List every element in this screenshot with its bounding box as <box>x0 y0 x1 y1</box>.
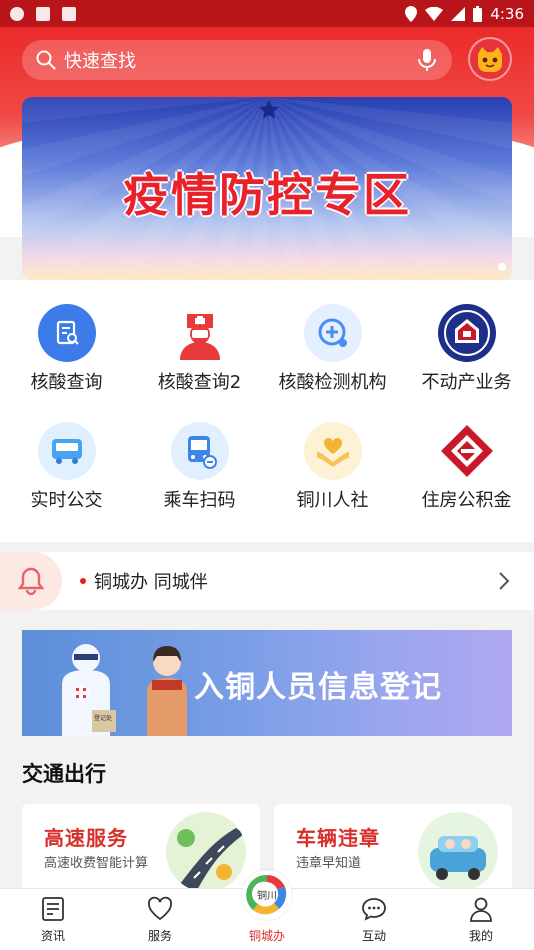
news-icon <box>42 897 64 921</box>
report-search-icon <box>37 304 96 362</box>
epidemic-banner[interactable]: 疫情防控专区 <box>22 97 512 280</box>
notice-bar[interactable]: 铜城办 同城伴 <box>0 552 534 610</box>
message-notification-icon <box>36 6 50 21</box>
service-label: 乘车扫码 <box>163 490 236 511</box>
highway-service-card[interactable]: 高速服务 高速收费智能计算 <box>22 804 260 894</box>
star-icon <box>259 99 279 119</box>
bus-icon <box>37 422 96 480</box>
status-bar: 4:36 <box>0 0 534 27</box>
svg-text:登记处: 登记处 <box>94 714 112 722</box>
service-real-estate[interactable]: 不动产业务 <box>400 304 533 394</box>
vehicle-violation-card[interactable]: 车辆违章 违章早知道 <box>274 804 512 894</box>
bell-container <box>0 552 62 610</box>
service-label: 核酸查询 <box>30 372 103 393</box>
tab-label: 互动 <box>361 929 386 943</box>
service-bus-scan[interactable]: 乘车扫码 <box>133 422 266 512</box>
card-subtitle: 违章早知道 <box>296 856 362 871</box>
chat-icon <box>362 898 386 921</box>
card-subtitle: 高速收费智能计算 <box>44 856 149 871</box>
doctor-illustration-icon: 登记处 <box>62 644 116 736</box>
service-realtime-bus[interactable]: 实时公交 <box>0 422 133 512</box>
status-notifications <box>10 6 76 21</box>
wifi-icon <box>425 6 444 21</box>
car-illustration-icon <box>418 812 498 892</box>
search-bar[interactable]: 快速查找 <box>22 40 452 80</box>
service-label: 铜川人社 <box>296 490 369 511</box>
location-icon <box>405 5 418 22</box>
status-time: 4:36 <box>490 4 524 23</box>
search-icon <box>36 50 56 70</box>
bus-scan-icon <box>170 422 229 480</box>
card-title: 高速服务 <box>44 826 128 850</box>
section-title-traffic: 交通出行 <box>22 762 106 786</box>
notice-text: 铜城办 同城伴 <box>94 572 208 593</box>
tab-mine[interactable]: 我的 <box>431 889 531 950</box>
service-label: 核酸查询2 <box>157 372 242 393</box>
battery-icon <box>473 5 483 22</box>
mascot-face-icon <box>478 47 502 72</box>
tab-label: 我的 <box>468 929 493 943</box>
service-label: 核酸检测机构 <box>278 372 387 393</box>
services-grid: 核酸查询 核酸查询2 核酸检测机构 不动产业务 实时公交 乘车扫码 铜川人社 住… <box>0 280 534 542</box>
app-notification-icon <box>10 6 24 21</box>
chevron-right-icon[interactable] <box>498 571 510 591</box>
notice-dot <box>80 578 86 584</box>
tab-interaction[interactable]: 互动 <box>324 889 424 950</box>
tab-label: 资讯 <box>40 929 65 943</box>
signal-icon <box>451 6 466 21</box>
service-nucleic-query[interactable]: 核酸查询 <box>0 304 133 394</box>
search-placeholder: 快速查找 <box>64 51 136 72</box>
service-nucleic-query-2[interactable]: 核酸查询2 <box>133 304 266 394</box>
service-label: 实时公交 <box>30 490 103 511</box>
service-nucleic-institutions[interactable]: 核酸检测机构 <box>266 304 399 394</box>
service-label: 住房公积金 <box>421 490 512 511</box>
woman-illustration-icon <box>147 646 187 736</box>
registration-title: 入铜人员信息登记 <box>194 670 442 705</box>
tab-service[interactable]: 服务 <box>110 889 210 950</box>
service-label: 不动产业务 <box>421 372 512 393</box>
real-estate-seal-icon <box>437 304 496 362</box>
heart-icon <box>148 896 172 921</box>
bell-icon <box>17 567 45 596</box>
microphone-icon[interactable] <box>416 48 438 72</box>
tab-label: 服务 <box>147 929 172 943</box>
carousel-indicator <box>498 263 506 271</box>
heart-hands-icon <box>303 422 362 480</box>
banner-title: 疫情防控专区 <box>123 168 411 222</box>
housing-fund-logo-icon <box>437 422 496 480</box>
card-title: 车辆违章 <box>296 826 380 850</box>
nurse-icon <box>170 304 229 362</box>
service-tongchuan-social[interactable]: 铜川人社 <box>266 422 399 512</box>
registration-banner[interactable]: 登记处 入铜人员信息登记 <box>22 630 512 736</box>
service-housing-fund[interactable]: 住房公积金 <box>400 422 533 512</box>
mascot-avatar[interactable] <box>468 37 512 81</box>
font-notification-icon <box>62 6 76 21</box>
person-icon <box>470 897 492 922</box>
tab-news[interactable]: 资讯 <box>3 889 103 950</box>
plus-search-icon <box>303 304 362 362</box>
highway-illustration-icon <box>166 812 246 892</box>
status-system: 4:36 <box>405 5 524 23</box>
tongcheng-logo-icon[interactable]: 铜川 <box>242 870 292 920</box>
tab-label: 铜城办 <box>248 929 285 943</box>
svg-text:铜川: 铜川 <box>257 890 277 902</box>
